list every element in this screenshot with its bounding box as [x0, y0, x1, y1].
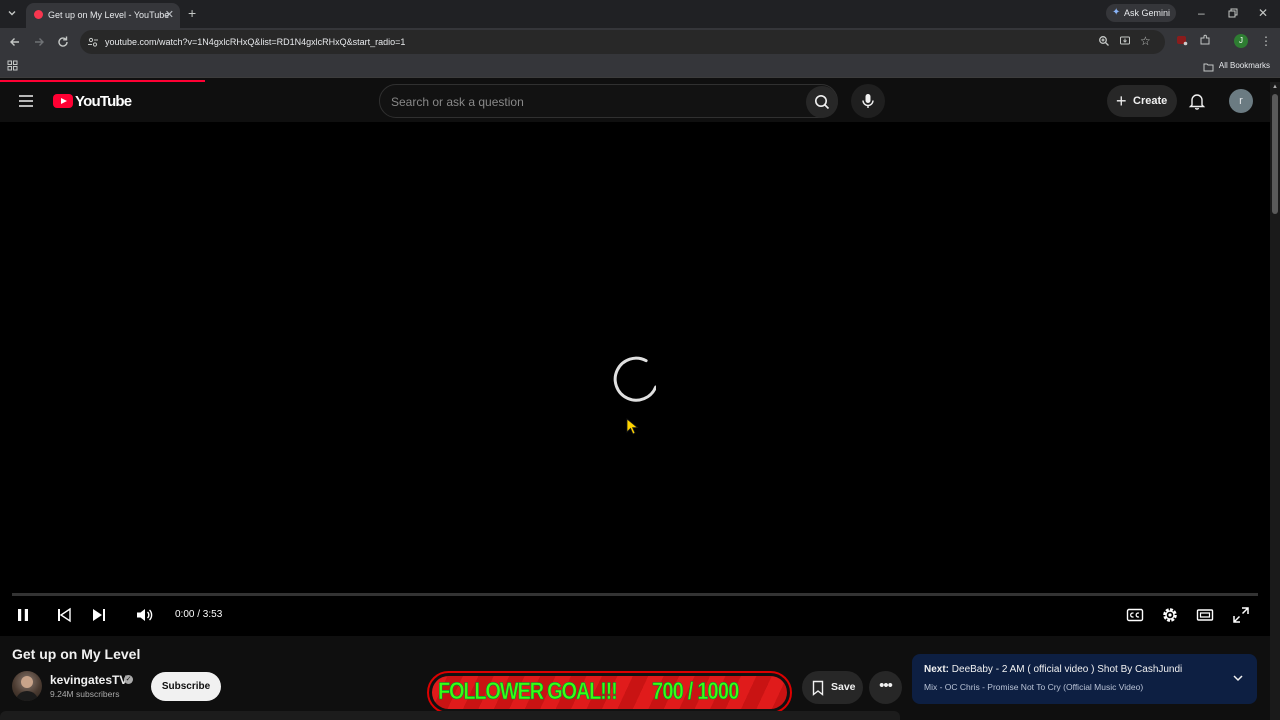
back-icon[interactable] [8, 35, 22, 52]
volume-icon[interactable] [135, 606, 153, 629]
pause-icon[interactable] [16, 606, 30, 629]
extensions-puzzle-icon[interactable] [1199, 34, 1211, 49]
next-mix-subtitle: Mix - OC Chris - Promise Not To Cry (Off… [924, 682, 1144, 692]
video-player[interactable]: 0:00 / 3:53 [0, 122, 1270, 636]
settings-gear-icon[interactable] [1161, 606, 1179, 629]
youtube-logo-text[interactable]: YouTube [75, 93, 132, 110]
youtube-favicon-icon [34, 10, 43, 19]
tab-search-chevron-icon[interactable] [6, 7, 18, 22]
close-tab-icon[interactable]: ✕ [165, 8, 174, 21]
description-panel-edge [0, 711, 900, 720]
channel-name[interactable]: kevingatesTV [50, 673, 127, 687]
next-video-line: Next: DeeBaby - 2 AM ( official video ) … [924, 664, 1182, 675]
bookmarks-bar: All Bookmarks [0, 56, 1280, 78]
search-button[interactable] [806, 86, 838, 118]
goal-count: 700 / 1000 [652, 678, 740, 706]
restore-icon[interactable] [1228, 7, 1238, 21]
page-scrollbar[interactable]: ▲ [1270, 82, 1280, 720]
save-button[interactable]: Save [802, 671, 863, 704]
save-label: Save [831, 681, 856, 693]
search-icon [815, 95, 830, 110]
browser-toolbar: youtube.com/watch?v=1N4gxlcRHxQ&list=RD1… [0, 28, 1280, 56]
microphone-icon [862, 94, 874, 108]
address-bar[interactable]: youtube.com/watch?v=1N4gxlcRHxQ&list=RD1… [80, 30, 1165, 54]
forward-icon[interactable] [32, 35, 46, 52]
gemini-sparkle-icon: ✦ [1112, 7, 1121, 18]
url-text: youtube.com/watch?v=1N4gxlcRHxQ&list=RD1… [105, 37, 406, 47]
previous-icon[interactable] [56, 606, 72, 629]
chevron-down-icon[interactable] [1231, 671, 1245, 690]
account-avatar[interactable]: r [1229, 89, 1253, 113]
profile-avatar[interactable]: J [1234, 34, 1248, 48]
tab-title: Get up on My Level - YouTube [48, 10, 170, 20]
mouse-cursor-icon [626, 418, 640, 441]
search-input[interactable]: Search or ask a question [391, 95, 524, 109]
hamburger-menu-icon[interactable] [18, 94, 34, 113]
minimize-icon[interactable]: – [1198, 6, 1205, 20]
plus-icon: + [1116, 91, 1127, 111]
browser-tab[interactable]: Get up on My Level - YouTube ✕ [26, 3, 180, 28]
ask-gemini-button[interactable]: ✦ Ask Gemini [1106, 4, 1176, 22]
search-box[interactable]: Search or ask a question [379, 84, 838, 118]
subscriber-count: 9.24M subscribers [50, 689, 120, 699]
fullscreen-icon[interactable] [1232, 606, 1250, 629]
new-tab-icon[interactable]: + [188, 6, 196, 20]
install-app-icon[interactable] [1119, 35, 1131, 50]
next-prefix: Next: [924, 664, 950, 675]
more-horizontal-icon: ••• [879, 677, 893, 694]
time-display: 0:00 / 3:53 [175, 609, 223, 620]
video-title: Get up on My Level [12, 646, 141, 662]
all-bookmarks-link[interactable]: All Bookmarks [1219, 61, 1270, 70]
scroll-up-arrow-icon[interactable]: ▲ [1272, 84, 1278, 90]
loading-spinner-icon [612, 356, 658, 411]
site-info-icon[interactable] [87, 36, 99, 51]
apps-grid-icon[interactable] [7, 60, 18, 74]
notifications-bell-icon[interactable] [1188, 92, 1206, 115]
next-icon[interactable] [91, 606, 107, 629]
extension-red-icon[interactable] [1176, 34, 1188, 49]
create-button[interactable]: + Create [1107, 85, 1177, 117]
subscribe-button[interactable]: Subscribe [151, 672, 221, 701]
close-window-icon[interactable]: ✕ [1258, 6, 1268, 20]
goal-label: FOLLOWER GOAL!!! [438, 678, 618, 706]
youtube-logo-icon[interactable] [53, 94, 73, 108]
captions-icon[interactable] [1126, 606, 1144, 629]
browser-menu-icon[interactable]: ⋮ [1260, 34, 1272, 48]
browser-tab-strip: Get up on My Level - YouTube ✕ + ✦ Ask G… [0, 0, 1280, 28]
bookmark-star-icon[interactable]: ☆ [1140, 34, 1151, 48]
next-video-title[interactable]: DeeBaby - 2 AM ( official video ) Shot B… [952, 664, 1182, 675]
follower-goal-overlay: FOLLOWER GOAL!!! 700 / 1000 [427, 671, 792, 714]
voice-search-button[interactable] [851, 84, 885, 118]
more-actions-button[interactable]: ••• [869, 671, 902, 704]
zoom-icon[interactable] [1098, 35, 1110, 50]
theater-mode-icon[interactable] [1196, 606, 1214, 629]
scrollbar-thumb[interactable] [1272, 94, 1278, 214]
create-label: Create [1133, 95, 1168, 107]
youtube-header: YouTube Search or ask a question + Creat… [0, 82, 1270, 122]
bookmark-icon [812, 680, 824, 696]
ask-gemini-label: Ask Gemini [1124, 8, 1171, 18]
progress-bar[interactable] [12, 593, 1258, 596]
bookmarks-folder-icon [1203, 61, 1214, 75]
next-video-card[interactable]: Next: DeeBaby - 2 AM ( official video ) … [912, 654, 1257, 704]
channel-avatar[interactable] [12, 671, 42, 701]
reload-icon[interactable] [56, 35, 70, 52]
verified-check-icon: ✓ [124, 675, 133, 684]
